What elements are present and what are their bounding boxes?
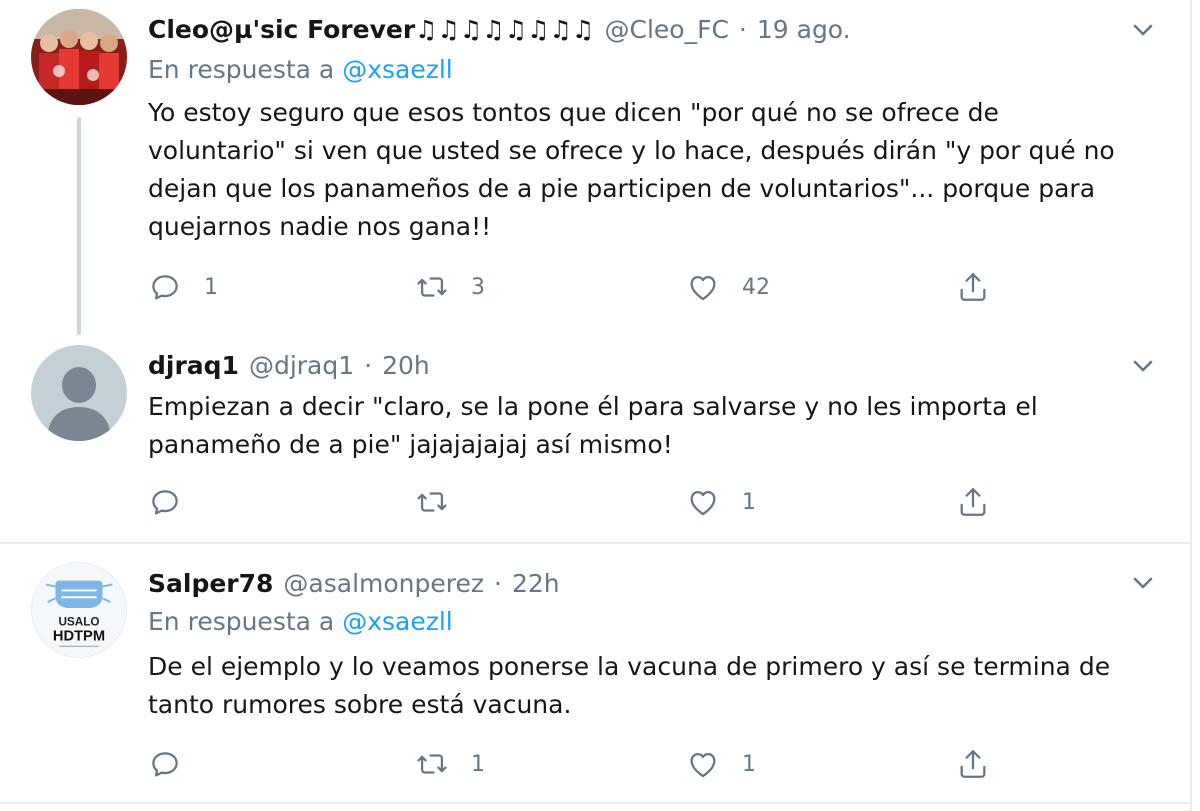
separator: · (738, 14, 747, 44)
share-icon (960, 488, 986, 516)
tweet-text: Empiezan a decir "claro, se la pone él p… (148, 388, 1178, 464)
tweet-text: Yo estoy seguro que esos tontos que dice… (148, 94, 1178, 246)
retweet-button[interactable] (415, 482, 449, 522)
tweet-2[interactable]: djraq1 @djraq1 · 20h Empiezan a decir "c… (0, 345, 1190, 542)
chevron-down-icon[interactable] (1128, 351, 1158, 381)
tweet-text-line: voluntario" si ven que usted se ofrece y… (148, 136, 1115, 165)
tweet-1[interactable]: Cleo@µ'sic Forever♫♫♫♫♫♫♫♫ @Cleo_FC · 19… (0, 0, 1190, 345)
tweet-header: Cleo@µ'sic Forever♫♫♫♫♫♫♫♫ @Cleo_FC · 19… (148, 9, 851, 49)
reply-mention-link[interactable]: @xsaezll (342, 607, 453, 636)
tweet-text-line: Empiezan a decir "claro, se la pone él p… (148, 392, 1038, 421)
tweet-actions: 1 (148, 482, 1178, 522)
like-count: 1 (742, 751, 756, 777)
timestamp[interactable]: 20h (382, 351, 430, 380)
reply-prefix: En respuesta a (148, 607, 335, 636)
retweet-button[interactable]: 1 (415, 744, 485, 784)
heart-icon (690, 275, 716, 301)
reply-button[interactable]: 1 (148, 267, 218, 307)
tweet-header: djraq1 @djraq1 · 20h (148, 345, 430, 385)
tweet-actions: 1 3 42 (148, 267, 1178, 307)
share-icon (960, 750, 986, 778)
handle[interactable]: @asalmonperez (283, 569, 484, 598)
avatar[interactable] (31, 9, 127, 105)
like-count: 1 (742, 489, 756, 515)
reply-prefix: En respuesta a (148, 55, 335, 84)
tweet-text-line: panameño de a pie" jajajajajaj así mismo… (148, 430, 673, 459)
avatar[interactable]: USALO HDTPM (31, 562, 127, 658)
reply-context: En respuesta a @xsaezll (148, 55, 453, 84)
chevron-down-icon[interactable] (1128, 15, 1158, 45)
share-button[interactable] (956, 482, 990, 522)
share-icon (960, 273, 986, 301)
retweet-icon (417, 492, 447, 512)
heart-icon (690, 752, 716, 778)
tweet-header: Salper78 @asalmonperez · 22h (148, 563, 560, 603)
separator: · (494, 568, 502, 598)
tweet-actions: 1 1 (148, 744, 1178, 784)
like-button[interactable]: 1 (686, 482, 756, 522)
reply-context: En respuesta a @xsaezll (148, 607, 453, 636)
tweet-text: De el ejemplo y lo veamos ponerse la vac… (148, 648, 1178, 724)
reply-icon (152, 275, 178, 300)
retweet-icon (417, 754, 447, 774)
share-button[interactable] (956, 744, 990, 784)
reply-icon (152, 752, 178, 777)
avatar[interactable] (31, 345, 127, 441)
display-name[interactable]: Salper78 (148, 569, 273, 598)
like-count: 42 (742, 274, 770, 300)
thread-line (77, 117, 81, 335)
logo-text-bottom: HDTPM (53, 628, 105, 644)
timestamp[interactable]: 22h (512, 569, 560, 598)
like-button[interactable]: 1 (686, 744, 756, 784)
handle[interactable]: @Cleo_FC (604, 15, 728, 44)
separator: · (364, 350, 373, 380)
tweet-text-line: quejarnos nadie nos gana!! (148, 212, 492, 241)
display-name[interactable]: djraq1 (148, 351, 239, 380)
reply-count: 1 (204, 274, 218, 300)
timeline-border (1190, 0, 1192, 811)
reply-mention-link[interactable]: @xsaezll (342, 55, 453, 84)
retweet-button[interactable]: 3 (415, 267, 485, 307)
tweet-divider (0, 802, 1190, 804)
tweet-text-line: De el ejemplo y lo veamos ponerse la vac… (148, 652, 1111, 681)
reply-icon (152, 490, 178, 515)
retweet-icon (417, 277, 447, 297)
heart-icon (690, 490, 716, 516)
like-button[interactable]: 42 (686, 267, 770, 307)
logo-text-top: USALO (58, 616, 99, 629)
share-button[interactable] (956, 267, 990, 307)
reply-button[interactable] (148, 482, 182, 522)
tweet-text-line: Yo estoy seguro que esos tontos que dice… (148, 98, 999, 127)
timestamp[interactable]: 19 ago. (757, 15, 851, 44)
tweet-text-line: dejan que los panameños de a pie partici… (148, 174, 1096, 203)
reply-button[interactable] (148, 744, 182, 784)
retweet-count: 1 (471, 751, 485, 777)
handle[interactable]: @djraq1 (249, 351, 354, 380)
retweet-count: 3 (471, 274, 485, 300)
chevron-down-icon[interactable] (1128, 568, 1158, 598)
tweet-text-line: tanto rumores sobre está vacuna. (148, 690, 572, 719)
display-name[interactable]: Cleo@µ'sic Forever♫♫♫♫♫♫♫♫ (148, 15, 594, 44)
tweet-3[interactable]: USALO HDTPM Salper78 @asalmonperez · 22h… (0, 544, 1190, 802)
